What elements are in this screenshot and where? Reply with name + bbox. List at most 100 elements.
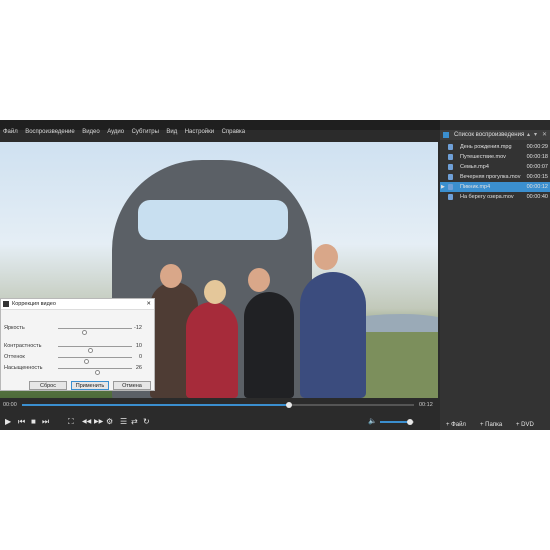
- saturation-value: 26: [135, 365, 142, 371]
- brightness-value: -12: [134, 325, 142, 331]
- menu-view[interactable]: Вид: [166, 127, 177, 137]
- total-time: 00:12: [419, 402, 433, 408]
- contrast-slider[interactable]: [58, 345, 132, 353]
- seek-bar[interactable]: [22, 402, 414, 408]
- playlist-item[interactable]: Вечерняя прогулка.mov 00:00:15: [440, 172, 550, 182]
- menu-playback[interactable]: Воспроизведение: [25, 127, 75, 137]
- contrast-row: Контрастность 10: [1, 341, 154, 353]
- person-head: [314, 244, 338, 270]
- brightness-slider[interactable]: [58, 327, 132, 335]
- play-icon[interactable]: ▶: [5, 416, 11, 428]
- playlist-header: Список воспроизведения ▴ ▾ ✕: [440, 130, 550, 140]
- video-file-icon: [448, 154, 453, 160]
- playlist-panel: Список воспроизведения ▴ ▾ ✕ День рожден…: [440, 130, 550, 430]
- hue-value: 0: [138, 354, 142, 360]
- contrast-label: Контрастность: [4, 343, 42, 349]
- playlist-item-name: Семья.mp4: [460, 164, 489, 170]
- brightness-slider-knob[interactable]: [82, 330, 88, 335]
- saturation-slider-knob[interactable]: [94, 370, 100, 375]
- apply-button[interactable]: Применить: [71, 381, 109, 390]
- saturation-slider[interactable]: [58, 367, 132, 375]
- menu-subtitles[interactable]: Субтитры: [132, 127, 159, 137]
- playlist-icon: [443, 132, 449, 138]
- rewind-icon[interactable]: ◀◀: [82, 416, 91, 428]
- person-head: [248, 268, 270, 292]
- playlist-item[interactable]: На берегу озера.mov 00:00:40: [440, 192, 550, 202]
- hue-label: Оттенок: [4, 354, 25, 360]
- player-controls: ▶ ⏮ ■ ⏭ ⛶ ◀◀ ▶▶ ⚙ ☰ ⇄ ↻ 🔈: [0, 416, 438, 428]
- fullscreen-icon[interactable]: ⛶: [68, 416, 74, 428]
- add-folder-button[interactable]: + Папка: [480, 422, 502, 428]
- stop-icon[interactable]: ■: [31, 416, 36, 428]
- saturation-row: Насыщенность 26: [1, 363, 154, 375]
- person-head: [204, 280, 226, 304]
- current-time: 00:00: [3, 402, 17, 408]
- brightness-row: Яркость -12: [1, 323, 154, 335]
- volume-icon[interactable]: 🔈: [368, 416, 377, 428]
- now-playing-icon: ▶: [441, 184, 445, 190]
- playlist-item-duration: 00:00:15: [526, 174, 548, 180]
- playlist-item-name: Путешествие.mov: [460, 154, 506, 160]
- person: [300, 272, 366, 398]
- playlist-item-name: День рождения.mpg: [460, 144, 512, 150]
- playlist-item-name: Вечерняя прогулка.mov: [460, 174, 521, 180]
- playlist-item-duration: 00:00:12: [526, 184, 548, 190]
- playlist-icon[interactable]: ☰: [120, 416, 127, 428]
- video-file-icon: [448, 164, 453, 170]
- seek-bar-progress: [22, 404, 289, 406]
- menu-video[interactable]: Видео: [82, 127, 100, 137]
- hue-row: Оттенок 0: [1, 352, 154, 364]
- playlist-item-duration: 00:00:07: [526, 164, 548, 170]
- playlist-item[interactable]: Путешествие.mov 00:00:18: [440, 152, 550, 162]
- move-down-icon[interactable]: ▾: [534, 130, 537, 140]
- snapshot-icon[interactable]: ⚙: [106, 416, 113, 428]
- reset-button[interactable]: Сброс: [29, 381, 67, 390]
- menu-audio[interactable]: Аудио: [107, 127, 124, 137]
- playlist-item-duration: 00:00:29: [526, 144, 548, 150]
- person: [186, 302, 238, 398]
- video-adjust-dialog: Коррекция видео ✕ Яркость -12 Контрастно…: [0, 298, 155, 391]
- volume-handle[interactable]: [406, 419, 413, 425]
- menu-bar: Файл Воспроизведение Видео Аудио Субтитр…: [0, 120, 440, 135]
- volume-level: [380, 421, 410, 423]
- add-file-button[interactable]: + Файл: [446, 422, 466, 428]
- menu-file[interactable]: Файл: [3, 127, 18, 137]
- film-adjust-icon: [3, 301, 9, 307]
- dialog-title: Коррекция видео: [12, 301, 56, 307]
- next-icon[interactable]: ⏭: [42, 416, 49, 428]
- add-dvd-button[interactable]: + DVD: [516, 422, 534, 428]
- brightness-label: Яркость: [4, 325, 25, 331]
- playlist-item[interactable]: День рождения.mpg 00:00:29: [440, 142, 550, 152]
- video-file-icon: [448, 194, 453, 200]
- previous-icon[interactable]: ⏮: [18, 416, 25, 428]
- video-file-icon: [448, 174, 453, 180]
- car-window: [138, 200, 288, 240]
- person-head: [160, 264, 182, 288]
- close-icon[interactable]: ✕: [146, 299, 151, 309]
- hue-slider[interactable]: [58, 356, 132, 364]
- player-window: Файл Воспроизведение Видео Аудио Субтитр…: [0, 120, 550, 430]
- cancel-button[interactable]: Отмена: [113, 381, 151, 390]
- saturation-label: Насыщенность: [4, 365, 43, 371]
- move-up-icon[interactable]: ▴: [527, 130, 530, 140]
- forward-icon[interactable]: ▶▶: [94, 416, 103, 428]
- playlist-item-duration: 00:00:18: [526, 154, 548, 160]
- playlist-item-duration: 00:00:40: [526, 194, 548, 200]
- menu-settings[interactable]: Настройки: [185, 127, 214, 137]
- person: [244, 292, 294, 398]
- playlist-item-active[interactable]: ▶ Пикник.mp4 00:00:12: [440, 182, 550, 192]
- volume-slider[interactable]: [380, 419, 414, 425]
- repeat-icon[interactable]: ↻: [143, 416, 150, 428]
- timeline: 00:00 00:12: [0, 400, 438, 410]
- shuffle-icon[interactable]: ⇄: [131, 416, 138, 428]
- menu-help[interactable]: Справка: [222, 127, 246, 137]
- playlist-title: Список воспроизведения: [454, 132, 525, 138]
- dialog-titlebar: Коррекция видео ✕: [1, 299, 154, 310]
- playlist-item[interactable]: Семья.mp4 00:00:07: [440, 162, 550, 172]
- video-file-icon: [448, 184, 453, 190]
- video-file-icon: [448, 144, 453, 150]
- seek-handle[interactable]: [285, 402, 292, 408]
- playlist-item-name: На берегу озера.mov: [460, 194, 514, 200]
- playlist-item-name: Пикник.mp4: [460, 184, 491, 190]
- remove-icon[interactable]: ✕: [542, 130, 547, 140]
